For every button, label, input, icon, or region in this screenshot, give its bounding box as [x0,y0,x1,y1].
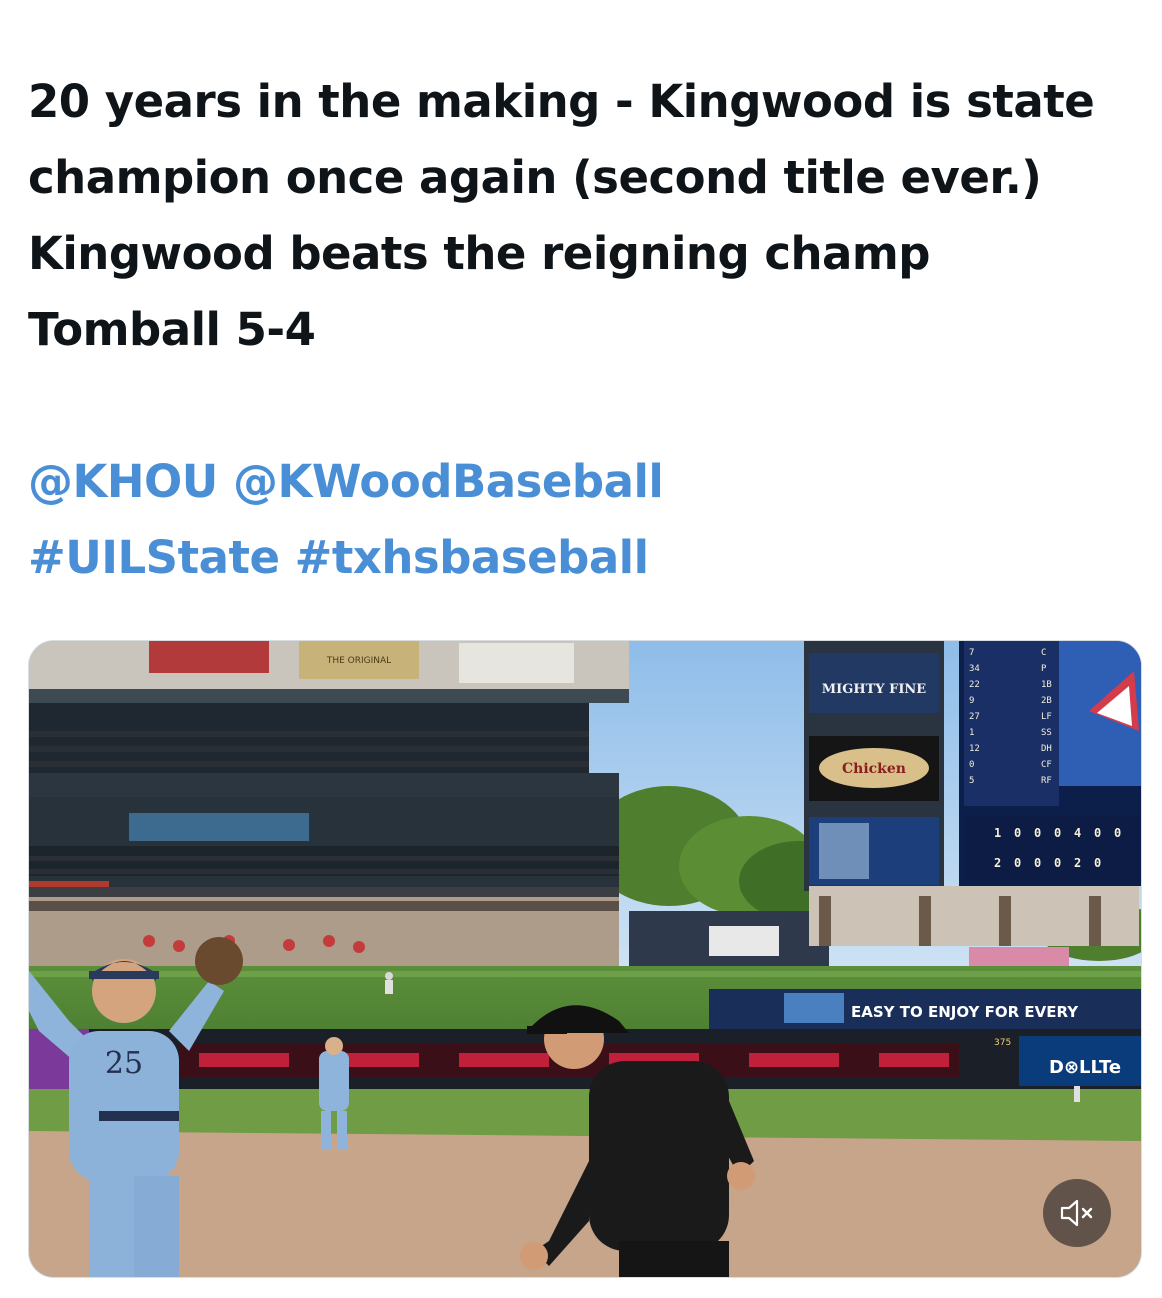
lineup-number: 22 [969,680,980,690]
lineup-number: 27 [969,712,980,722]
line-away: 4 [1074,826,1081,840]
lineup-number: 7 [969,648,974,658]
hashtag-uilstate[interactable]: #UILState [28,531,280,584]
jersey-number: 25 [105,1046,143,1081]
tweet-line: Kingwood beats the reigning champ [28,227,931,280]
tweet-text: 20 years in the making - Kingwood is sta… [28,64,1138,596]
hashtags-line: #UILState #txhsbaseball [28,520,1138,596]
hashtag-txhsbaseball[interactable]: #txhsbaseball [295,531,649,584]
banner-easy-text: EASY TO ENJOY FOR EVERY [851,1003,1079,1021]
lineup-position: C [1041,648,1046,658]
line-home: 0 [1034,856,1041,870]
video-player[interactable]: THE ORIGINAL MIGHTY FINE Chicken 7 34 22… [28,640,1142,1278]
distance-marker: 375 [994,1038,1011,1048]
mention-khou[interactable]: @KHOU [28,455,218,508]
banner-dell-text: D⊗LLTe [1049,1057,1121,1078]
line-home: 0 [1054,856,1061,870]
tweet-line: 20 years in the making - Kingwood is sta… [28,75,1095,128]
lineup-number: 1 [969,728,974,738]
speaker-muted-icon [1060,1199,1093,1227]
lineup-number: 12 [969,744,980,754]
lineup-number: 0 [969,760,974,770]
tweet-line: Tomball 5-4 [28,303,316,356]
tweet-line: champion once again (second title ever.) [28,151,1042,204]
line-away: 0 [1114,826,1121,840]
line-away: 0 [1054,826,1061,840]
line-home: 2 [994,856,1001,870]
lineup-position: LF [1041,712,1052,722]
mention-kwoodbaseball[interactable]: @KWoodBaseball [233,455,664,508]
lineup-position: P [1041,664,1047,674]
sign-chicken-text: Chicken [842,761,906,777]
lineup-position: DH [1041,744,1052,754]
lineup-position: CF [1041,760,1052,770]
lineup-number: 5 [969,776,974,786]
line-home: 0 [1014,856,1021,870]
lineup-position: 1B [1041,680,1052,690]
mute-button[interactable] [1043,1179,1111,1247]
lineup-position: SS [1041,728,1052,738]
lineup-position: RF [1041,776,1052,786]
mentions-line: @KHOU @KWoodBaseball [28,444,1138,520]
lineup-number: 34 [969,664,980,674]
line-home: 0 [1094,856,1101,870]
outfield-banner: EASY TO ENJOY FOR EVERY [709,989,1141,1029]
line-home: 2 [1074,856,1081,870]
video-frame: THE ORIGINAL MIGHTY FINE Chicken 7 34 22… [29,641,1141,1277]
line-away: 0 [1034,826,1041,840]
grandstand: THE ORIGINAL [29,641,629,977]
lineup-position: 2B [1041,696,1052,706]
lineup-number: 9 [969,696,974,706]
line-away: 0 [1014,826,1021,840]
sign-mighty-text: MIGHTY FINE [822,682,927,697]
sign-original-text: THE ORIGINAL [326,656,391,666]
line-away: 1 [994,826,1001,840]
line-away: 0 [1094,826,1101,840]
